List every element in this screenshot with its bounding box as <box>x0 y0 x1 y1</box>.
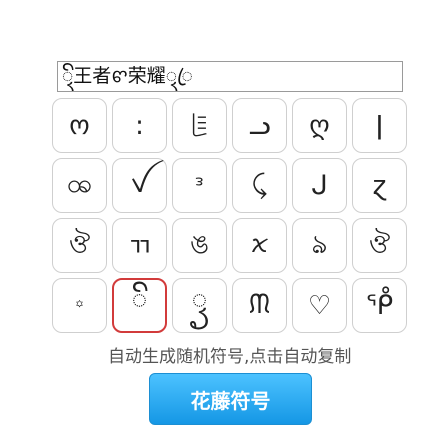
symbol-cell[interactable]: ♡ <box>292 278 347 333</box>
symbol-cell[interactable]: ⤹ <box>232 158 287 213</box>
symbol-cell[interactable]: ㄲ <box>112 218 167 273</box>
symbol-cell[interactable]: ო <box>52 98 107 153</box>
symbol-cell[interactable]: ꪜ <box>112 158 167 213</box>
symbol-cell[interactable]: ঌ <box>292 218 347 273</box>
symbol-cell[interactable]: ꪎ <box>232 218 287 273</box>
symbol-cell[interactable]: ꇸ <box>172 98 227 153</box>
symbol-cell[interactable]: ᓗ <box>232 98 287 153</box>
symbol-cell[interactable]: ঙ <box>172 218 227 273</box>
symbol-cell[interactable]: ɀ <box>352 158 407 213</box>
symbol-cell[interactable]: ঔ <box>52 218 107 273</box>
symbol-cell[interactable]: ღ <box>292 98 347 153</box>
symbol-cell[interactable]: ᕾ <box>352 278 407 333</box>
symbol-cell[interactable]: ঔ <box>352 218 407 273</box>
symbol-cell[interactable]: ᵌ <box>172 158 227 213</box>
symbol-cell[interactable]: ᙏ <box>232 278 287 333</box>
name-display-field[interactable]: ꦽꦼ王者ꨓ荣耀ꦽꦿ <box>57 61 403 92</box>
instruction-caption: 自动生成随机符号,点击自动复制 <box>108 347 352 367</box>
symbol-cell[interactable]: ꙳ <box>52 278 107 333</box>
symbol-cell[interactable]: ǀ <box>352 98 407 153</box>
flower-vine-symbol-button[interactable]: 花藤符号 <box>149 373 312 425</box>
symbol-cell[interactable]: ꦽ <box>172 278 227 333</box>
symbol-cell[interactable]: ꦼ <box>112 278 167 333</box>
symbol-cell[interactable]: ꩪ <box>52 158 107 213</box>
symbol-cell[interactable]: ꞉ <box>112 98 167 153</box>
symbol-cell[interactable]: ᒍ <box>292 158 347 213</box>
